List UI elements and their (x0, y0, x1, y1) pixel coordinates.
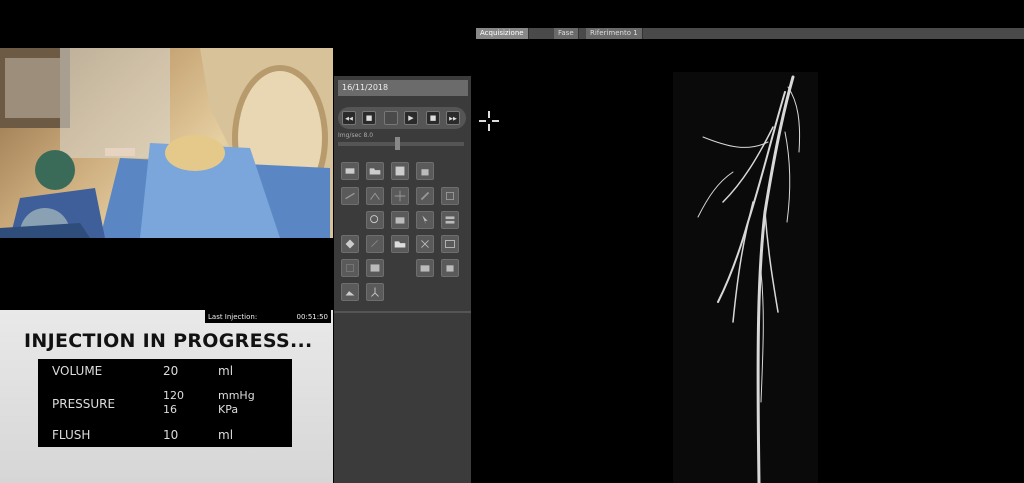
last-injection-time: 00:51:50 (296, 312, 328, 321)
grid-icon (346, 264, 354, 272)
tool-pen-button[interactable] (416, 187, 434, 205)
volume-value: 20 (163, 364, 179, 378)
injection-parameters-table: VOLUME 20 ml PRESSURE 120 mmHg 16 KPa FL… (38, 359, 292, 447)
pressure-unit-kpa: KPa (218, 403, 239, 416)
tool-roi-button[interactable] (441, 187, 459, 205)
stop-icon: ■ (365, 114, 373, 122)
photo-icon (420, 265, 430, 272)
last-injection-bar: Last Injection: 00:51:50 (205, 310, 331, 323)
study-date: 16/11/2018 (338, 80, 468, 96)
frame-rate-slider-thumb[interactable] (394, 137, 400, 150)
tool-scissors-button[interactable] (416, 235, 434, 253)
tool-vessel-button[interactable] (366, 283, 384, 301)
tool-measure-button[interactable] (341, 187, 359, 205)
pressure-unit-mmhg: mmHg (218, 389, 255, 402)
angle-icon (370, 192, 380, 200)
roi-icon (446, 192, 454, 200)
print-icon (446, 265, 454, 272)
tool-folder-button[interactable] (366, 162, 384, 180)
tool-folder-open-button[interactable] (391, 235, 409, 253)
blank-button[interactable] (384, 111, 398, 125)
stop-button[interactable]: ■ (362, 111, 376, 125)
forward-icon: ▶▶ (449, 116, 457, 122)
tool-photo-button[interactable] (416, 259, 434, 277)
frame-rate-label: Img/sec 8.0 (338, 132, 374, 139)
play-button[interactable]: ▶ (404, 111, 418, 125)
rewind-icon: ◀◀ (345, 116, 353, 122)
tab-fase[interactable]: Fase (554, 28, 579, 39)
viewer-tab-bar: Acquisizione Fase Riferimento 1 (476, 28, 1024, 39)
flush-unit: ml (218, 428, 234, 442)
cursor-icon (422, 215, 428, 225)
landscape-icon (345, 291, 355, 296)
folder-open-icon (394, 241, 406, 248)
move-icon (394, 190, 406, 202)
tool-diamond-button[interactable] (341, 235, 359, 253)
tab-riferimento[interactable]: Riferimento 1 (586, 28, 643, 39)
camera-icon (395, 217, 405, 224)
tool-move-button[interactable] (391, 187, 409, 205)
tool-image-button[interactable] (366, 259, 384, 277)
tool-camera-button[interactable] (391, 211, 409, 229)
flush-value: 10 (163, 428, 179, 442)
tool-split-button[interactable] (441, 211, 459, 229)
stack-icon (445, 240, 455, 248)
step-button[interactable]: ■ (426, 111, 440, 125)
last-injection-label: Last Injection: (208, 312, 258, 321)
zoom-icon (370, 215, 379, 224)
volume-unit: ml (218, 364, 234, 378)
measure-icon (345, 192, 355, 200)
tool-angle-button[interactable] (366, 187, 384, 205)
pressure-value-mmhg: 120 (163, 389, 184, 402)
tab-acquisizione[interactable]: Acquisizione (476, 28, 529, 39)
frame-rate-slider[interactable] (338, 142, 464, 146)
archive-icon (421, 169, 429, 176)
tool-film-button[interactable] (391, 162, 409, 180)
diamond-icon (345, 239, 355, 249)
arrow-icon (371, 240, 378, 247)
tool-stack-button[interactable] (441, 235, 459, 253)
pressure-value-kpa: 16 (163, 403, 177, 416)
crosshair-icon (478, 110, 500, 132)
operating-room-camera-feed (0, 48, 333, 238)
tool-zoom-button[interactable] (366, 211, 384, 229)
pressure-label: PRESSURE (52, 397, 116, 411)
film-icon (395, 166, 405, 176)
angiography-image[interactable] (673, 72, 818, 483)
tool-landscape-button[interactable] (341, 283, 359, 301)
scissors-icon (421, 240, 429, 248)
tool-layout-button[interactable] (341, 162, 359, 180)
playback-controls: ◀◀ ■ ▶ ■ ▶▶ (338, 107, 466, 129)
tool-archive-button[interactable] (416, 162, 434, 180)
tool-arrow-button[interactable] (366, 235, 384, 253)
layout-icon (345, 168, 355, 174)
rewind-button[interactable]: ◀◀ (342, 111, 356, 125)
folder-icon (369, 168, 381, 175)
play-icon: ▶ (408, 114, 414, 122)
injection-status-title: INJECTION IN PROGRESS... (24, 330, 313, 352)
volume-label: VOLUME (52, 364, 103, 378)
forward-button[interactable]: ▶▶ (446, 111, 460, 125)
stop-icon-2: ■ (429, 114, 437, 122)
control-panel-divider (334, 311, 471, 313)
split-icon (445, 220, 455, 224)
image-icon (370, 264, 380, 272)
flush-label: FLUSH (52, 428, 91, 442)
tool-print-button[interactable] (441, 259, 459, 277)
tool-cursor-button[interactable] (416, 211, 434, 229)
tool-grid-button[interactable] (341, 259, 359, 277)
vessel-icon (371, 287, 379, 297)
pen-icon (420, 191, 430, 201)
